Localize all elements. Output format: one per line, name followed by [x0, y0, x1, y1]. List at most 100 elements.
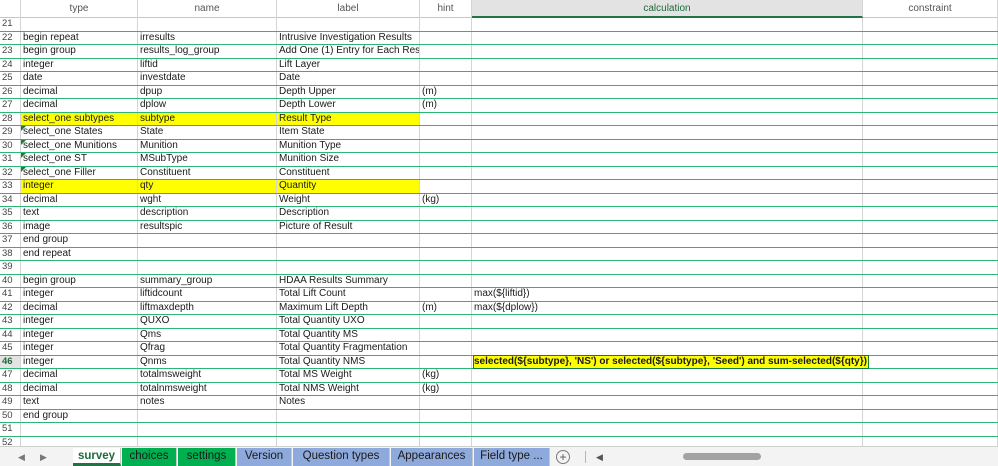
cell-constraint[interactable]: [863, 18, 998, 31]
cell-type[interactable]: [21, 261, 138, 274]
cell-calculation[interactable]: [472, 234, 863, 247]
cell-type[interactable]: decimal: [21, 85, 138, 98]
column-header-hint[interactable]: hint: [420, 0, 472, 18]
cell-constraint[interactable]: [863, 247, 998, 260]
cell-hint[interactable]: [420, 18, 472, 31]
cell-name[interactable]: irresults: [138, 31, 277, 44]
cell-name[interactable]: MSubType: [138, 153, 277, 166]
cell-constraint[interactable]: [863, 72, 998, 85]
row-number[interactable]: 22: [0, 31, 21, 44]
horizontal-scrollbar[interactable]: [683, 453, 761, 460]
cell-hint[interactable]: [420, 355, 472, 368]
sheet-tab-version[interactable]: Version: [237, 448, 292, 466]
cell-type[interactable]: end repeat: [21, 247, 138, 260]
cell-hint[interactable]: (kg): [420, 193, 472, 206]
cell-type[interactable]: decimal: [21, 193, 138, 206]
row-number[interactable]: 47: [0, 369, 21, 382]
column-header-name[interactable]: name: [138, 0, 277, 18]
cell-constraint[interactable]: [863, 288, 998, 301]
cell-type[interactable]: select_one States: [21, 126, 138, 139]
cell-label[interactable]: [277, 247, 420, 260]
column-header-label[interactable]: label: [277, 0, 420, 18]
cell-label[interactable]: HDAA Results Summary: [277, 274, 420, 287]
cell-calculation[interactable]: [472, 423, 863, 436]
cell-type[interactable]: begin group: [21, 45, 138, 58]
cell-calculation[interactable]: [472, 85, 863, 98]
cell-label[interactable]: Maximum Lift Depth: [277, 301, 420, 314]
cell-constraint[interactable]: [863, 396, 998, 409]
cell-type[interactable]: integer: [21, 315, 138, 328]
cell-hint[interactable]: [420, 72, 472, 85]
cell-comment-indicator-icon[interactable]: [21, 153, 26, 158]
cell-type[interactable]: [21, 436, 138, 446]
select-all-corner[interactable]: [0, 0, 21, 18]
cell-name[interactable]: qty: [138, 180, 277, 193]
cell-hint[interactable]: [420, 112, 472, 125]
cell-label[interactable]: Weight: [277, 193, 420, 206]
row-number[interactable]: 21: [0, 18, 21, 31]
cell-calculation[interactable]: [472, 58, 863, 71]
cell-hint[interactable]: [420, 342, 472, 355]
cell-type[interactable]: decimal: [21, 301, 138, 314]
cell-type[interactable]: end group: [21, 409, 138, 422]
cell-name[interactable]: Qms: [138, 328, 277, 341]
cell-name[interactable]: State: [138, 126, 277, 139]
cell-type[interactable]: select_one Munitions: [21, 139, 138, 152]
cell-label[interactable]: Intrusive Investigation Results: [277, 31, 420, 44]
cell-name[interactable]: liftid: [138, 58, 277, 71]
cell-name[interactable]: Constituent: [138, 166, 277, 179]
sheet-tab-appearances[interactable]: Appearances: [391, 448, 473, 466]
cell-type[interactable]: date: [21, 72, 138, 85]
row-number[interactable]: 35: [0, 207, 21, 220]
cell-calculation[interactable]: [472, 153, 863, 166]
scroll-left-icon[interactable]: ◀: [596, 447, 603, 466]
cell-name[interactable]: investdate: [138, 72, 277, 85]
cell-constraint[interactable]: [863, 139, 998, 152]
cell-constraint[interactable]: [863, 328, 998, 341]
cell-constraint[interactable]: [863, 193, 998, 206]
cell-label[interactable]: Depth Upper: [277, 85, 420, 98]
cell-constraint[interactable]: [863, 58, 998, 71]
row-number[interactable]: 25: [0, 72, 21, 85]
cell-calculation[interactable]: [472, 369, 863, 382]
cell-constraint[interactable]: [863, 382, 998, 395]
row-number[interactable]: 44: [0, 328, 21, 341]
row-number[interactable]: 37: [0, 234, 21, 247]
cell-type[interactable]: integer: [21, 342, 138, 355]
row-number[interactable]: 26: [0, 85, 21, 98]
cell-constraint[interactable]: [863, 207, 998, 220]
cell-label[interactable]: Depth Lower: [277, 99, 420, 112]
cell-type[interactable]: select_one ST: [21, 153, 138, 166]
cell-type[interactable]: integer: [21, 328, 138, 341]
cell-hint[interactable]: [420, 58, 472, 71]
cell-hint[interactable]: [420, 31, 472, 44]
cell-constraint[interactable]: [863, 274, 998, 287]
cell-name[interactable]: Munition: [138, 139, 277, 152]
cell-constraint[interactable]: [863, 45, 998, 58]
cell-hint[interactable]: [420, 126, 472, 139]
cell-type[interactable]: decimal: [21, 382, 138, 395]
cell-type[interactable]: integer: [21, 180, 138, 193]
cell-hint[interactable]: (m): [420, 85, 472, 98]
cell-hint[interactable]: [420, 139, 472, 152]
cell-constraint[interactable]: [863, 99, 998, 112]
cell-calculation[interactable]: [472, 220, 863, 233]
sheet-tab-field-type[interactable]: Field type ...: [474, 448, 550, 466]
row-number[interactable]: 24: [0, 58, 21, 71]
cell-label[interactable]: [277, 409, 420, 422]
cell-comment-indicator-icon[interactable]: [21, 139, 26, 145]
cell-hint[interactable]: [420, 207, 472, 220]
cell-calculation[interactable]: [472, 261, 863, 274]
cell-name[interactable]: liftidcount: [138, 288, 277, 301]
cell-hint[interactable]: [420, 234, 472, 247]
cell-constraint[interactable]: [863, 234, 998, 247]
cell-type[interactable]: begin repeat: [21, 31, 138, 44]
cell-label[interactable]: Total NMS Weight: [277, 382, 420, 395]
row-number[interactable]: 30: [0, 139, 21, 152]
cell-type[interactable]: decimal: [21, 369, 138, 382]
cell-label[interactable]: Quantity: [277, 180, 420, 193]
cell-calculation[interactable]: [472, 409, 863, 422]
cell-name[interactable]: QUXO: [138, 315, 277, 328]
cell-constraint[interactable]: [863, 166, 998, 179]
row-number[interactable]: 48: [0, 382, 21, 395]
